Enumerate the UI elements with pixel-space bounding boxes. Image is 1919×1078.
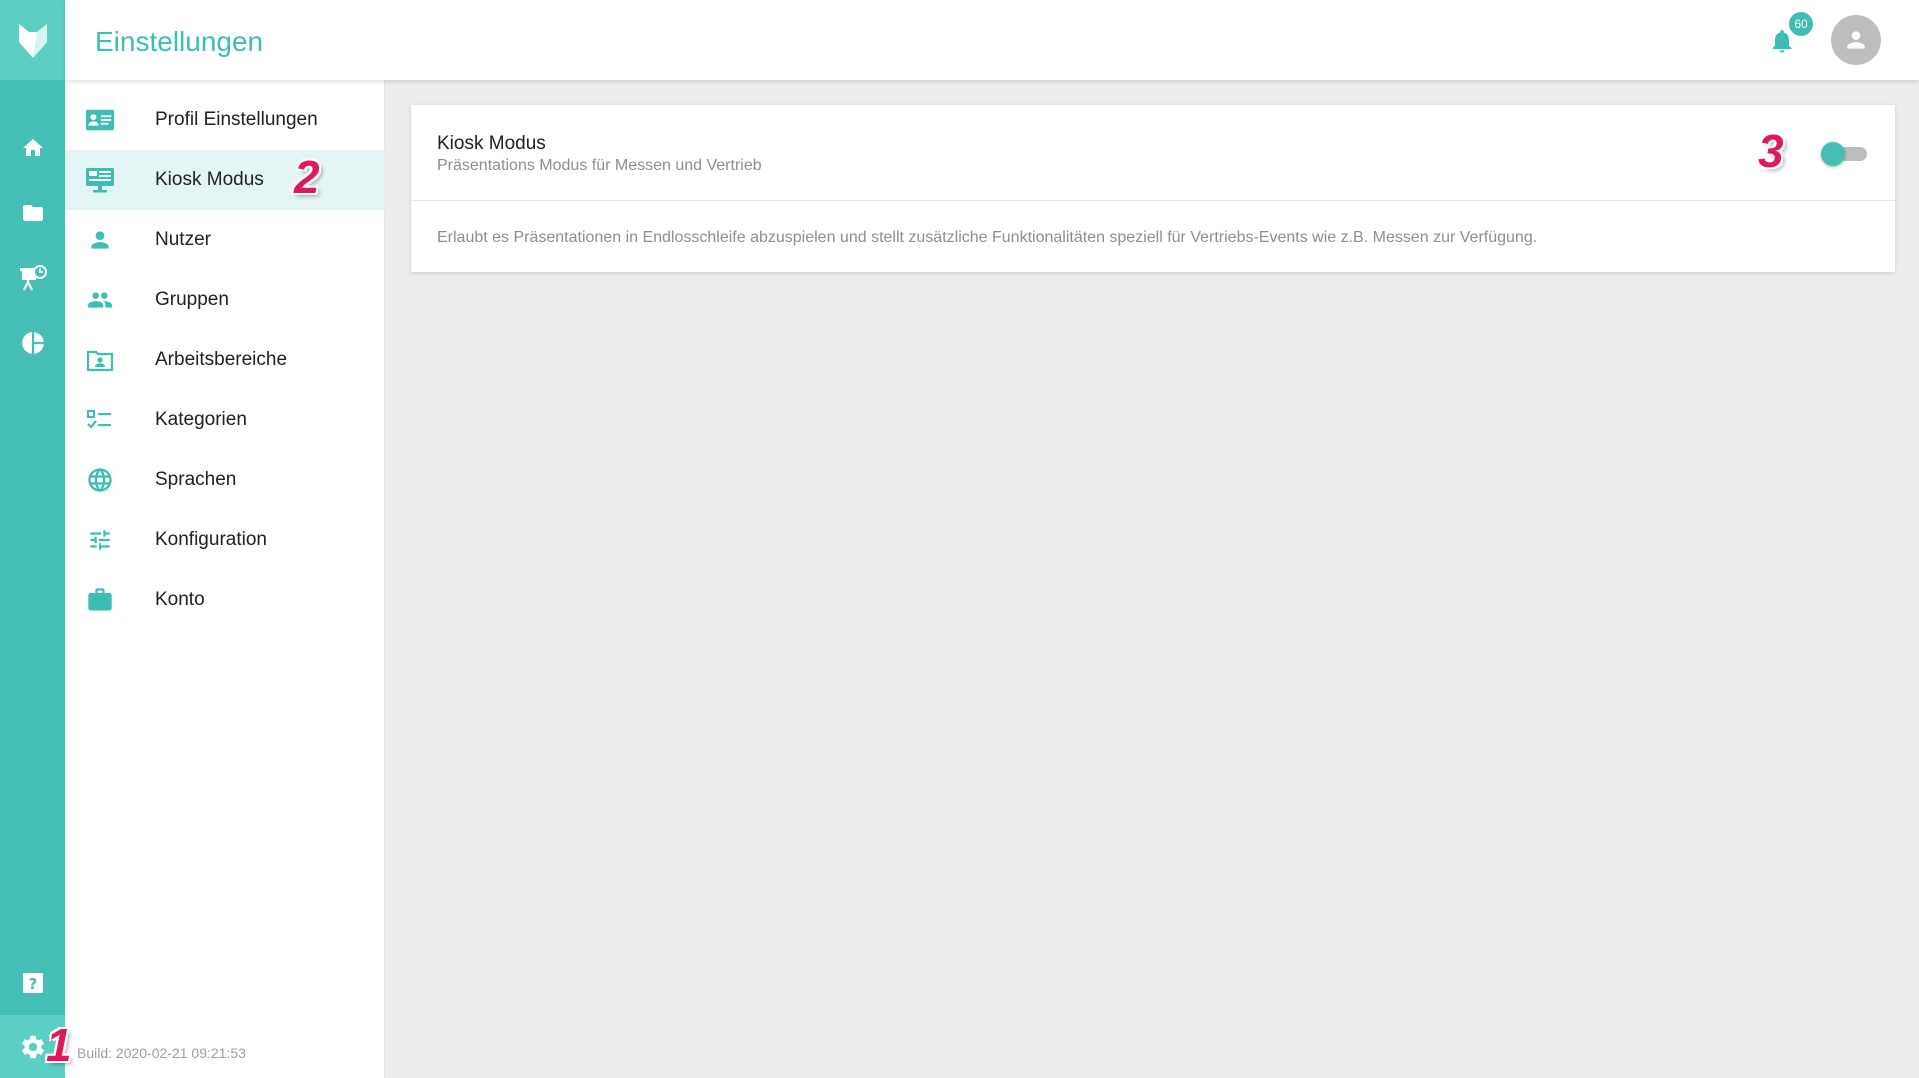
group-icon <box>85 285 115 315</box>
nav-home[interactable] <box>0 120 65 176</box>
card-subtitle: Präsentations Modus für Messen und Vertr… <box>437 157 762 174</box>
person-icon <box>1847 31 1865 49</box>
settings-item-label: Gruppen <box>155 289 229 310</box>
settings-item-categories[interactable]: Kategorien <box>65 390 385 450</box>
nav-analytics[interactable] <box>0 315 65 371</box>
card-description: Erlaubt es Präsentationen in Endlosschle… <box>437 229 1538 246</box>
person-icon <box>85 225 115 255</box>
settings-icon <box>21 1035 44 1058</box>
home-icon <box>22 139 43 156</box>
settings-item-workspaces[interactable]: Arbeitsbereiche <box>65 330 385 390</box>
settings-item-profile[interactable]: Profil Einstellungen <box>65 90 385 150</box>
left-rail: ? <box>0 0 65 1078</box>
toggle-knob <box>1821 142 1845 166</box>
settings-item-label: Konto <box>155 589 205 610</box>
settings-item-groups[interactable]: Gruppen <box>65 270 385 330</box>
build-info: Build: 2020-02-21 09:21:53 <box>77 1045 246 1061</box>
settings-item-label: Kategorien <box>155 409 247 430</box>
settings-item-label: Nutzer <box>155 229 211 250</box>
presentation-icon <box>19 265 47 291</box>
card-title: Kiosk Modus <box>437 133 546 154</box>
fox-logo-icon <box>18 24 47 58</box>
settings-item-label: Kiosk Modus <box>155 169 264 190</box>
settings-item-kiosk[interactable]: Kiosk Modus <box>65 150 385 210</box>
annotation-marker-2: 2 <box>294 151 320 203</box>
workspace-icon <box>85 345 115 375</box>
annotation-marker-1: 1 <box>46 1019 72 1071</box>
user-avatar[interactable] <box>1831 15 1881 65</box>
card-divider <box>411 200 1895 201</box>
top-header: Einstellungen 60 <box>65 0 1919 80</box>
annotation-marker-3: 3 <box>1758 125 1784 177</box>
profile-card-icon <box>85 105 115 135</box>
svg-text:?: ? <box>28 975 37 993</box>
settings-item-label: Konfiguration <box>155 529 267 550</box>
pie-chart-icon <box>21 332 44 354</box>
nav-help[interactable]: ? <box>0 955 65 1011</box>
settings-item-label: Sprachen <box>155 469 237 490</box>
folder-icon <box>22 205 43 221</box>
settings-item-languages[interactable]: Sprachen <box>65 450 385 510</box>
settings-item-configuration[interactable]: Konfiguration <box>65 510 385 570</box>
notification-badge: 60 <box>1789 12 1813 36</box>
checklist-icon <box>85 405 115 435</box>
monitor-icon <box>85 165 115 195</box>
nav-files[interactable] <box>0 185 65 241</box>
kiosk-mode-toggle[interactable] <box>1821 142 1869 166</box>
app-logo[interactable] <box>0 0 65 80</box>
settings-nav: Profil Einstellungen Kiosk Modus Nutzer … <box>65 80 385 1078</box>
settings-item-users[interactable]: Nutzer <box>65 210 385 270</box>
kiosk-mode-card: Kiosk Modus Präsentations Modus für Mess… <box>411 105 1895 272</box>
settings-item-label: Arbeitsbereiche <box>155 349 288 370</box>
page-title: Einstellungen <box>95 26 264 57</box>
nav-presentations[interactable] <box>0 250 65 306</box>
sliders-icon <box>85 525 115 555</box>
globe-icon <box>85 465 115 495</box>
settings-item-account[interactable]: Konto <box>65 570 385 630</box>
settings-item-label: Profil Einstellungen <box>155 109 318 130</box>
briefcase-icon <box>85 585 115 615</box>
help-icon: ? <box>22 973 43 993</box>
